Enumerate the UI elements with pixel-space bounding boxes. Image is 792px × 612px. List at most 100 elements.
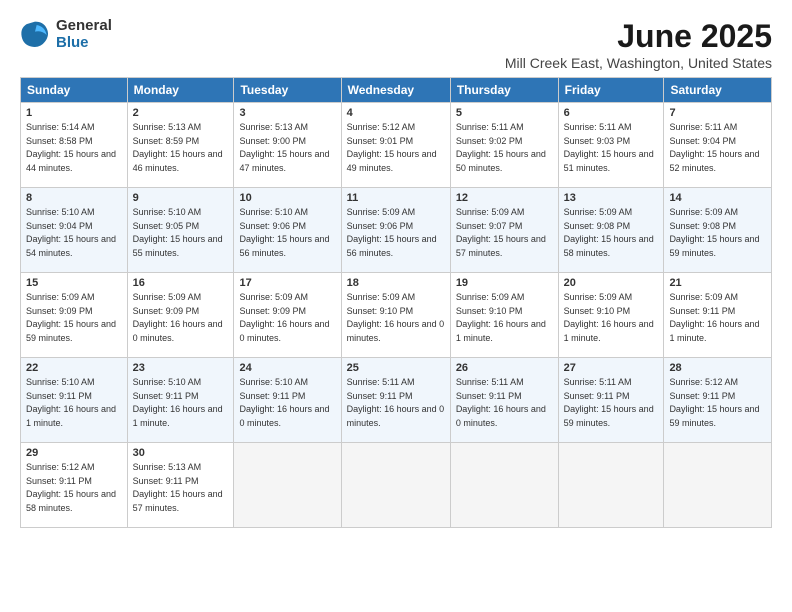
table-row: 20 Sunrise: 5:09 AMSunset: 9:10 PMDaylig… bbox=[558, 273, 664, 358]
table-row: 24 Sunrise: 5:10 AMSunset: 9:11 PMDaylig… bbox=[234, 358, 341, 443]
day-number: 25 bbox=[347, 362, 445, 374]
day-info: Sunrise: 5:11 AMSunset: 9:11 PMDaylight:… bbox=[564, 377, 654, 428]
day-number: 29 bbox=[26, 447, 122, 459]
table-row: 14 Sunrise: 5:09 AMSunset: 9:08 PMDaylig… bbox=[664, 188, 772, 273]
logo: General Blue bbox=[20, 18, 112, 51]
logo-blue-text: Blue bbox=[56, 35, 112, 52]
table-row bbox=[450, 443, 558, 528]
table-row: 18 Sunrise: 5:09 AMSunset: 9:10 PMDaylig… bbox=[341, 273, 450, 358]
table-row: 28 Sunrise: 5:12 AMSunset: 9:11 PMDaylig… bbox=[664, 358, 772, 443]
day-number: 22 bbox=[26, 362, 122, 374]
calendar-week-row: 22 Sunrise: 5:10 AMSunset: 9:11 PMDaylig… bbox=[21, 358, 772, 443]
day-number: 16 bbox=[133, 277, 229, 289]
day-info: Sunrise: 5:13 AMSunset: 9:00 PMDaylight:… bbox=[239, 122, 329, 173]
day-info: Sunrise: 5:09 AMSunset: 9:09 PMDaylight:… bbox=[239, 292, 329, 343]
table-row: 9 Sunrise: 5:10 AMSunset: 9:05 PMDayligh… bbox=[127, 188, 234, 273]
table-row: 23 Sunrise: 5:10 AMSunset: 9:11 PMDaylig… bbox=[127, 358, 234, 443]
day-info: Sunrise: 5:09 AMSunset: 9:10 PMDaylight:… bbox=[564, 292, 654, 343]
day-number: 13 bbox=[564, 192, 659, 204]
day-number: 18 bbox=[347, 277, 445, 289]
day-number: 15 bbox=[26, 277, 122, 289]
day-info: Sunrise: 5:09 AMSunset: 9:08 PMDaylight:… bbox=[564, 207, 654, 258]
table-row: 22 Sunrise: 5:10 AMSunset: 9:11 PMDaylig… bbox=[21, 358, 128, 443]
day-number: 28 bbox=[669, 362, 766, 374]
day-number: 17 bbox=[239, 277, 335, 289]
table-row: 11 Sunrise: 5:09 AMSunset: 9:06 PMDaylig… bbox=[341, 188, 450, 273]
col-monday: Monday bbox=[127, 78, 234, 103]
day-number: 14 bbox=[669, 192, 766, 204]
table-row: 16 Sunrise: 5:09 AMSunset: 9:09 PMDaylig… bbox=[127, 273, 234, 358]
table-row bbox=[664, 443, 772, 528]
table-row: 25 Sunrise: 5:11 AMSunset: 9:11 PMDaylig… bbox=[341, 358, 450, 443]
day-number: 20 bbox=[564, 277, 659, 289]
col-wednesday: Wednesday bbox=[341, 78, 450, 103]
day-info: Sunrise: 5:11 AMSunset: 9:11 PMDaylight:… bbox=[456, 377, 546, 428]
calendar-table: Sunday Monday Tuesday Wednesday Thursday… bbox=[20, 77, 772, 528]
table-row: 5 Sunrise: 5:11 AMSunset: 9:02 PMDayligh… bbox=[450, 103, 558, 188]
table-row: 4 Sunrise: 5:12 AMSunset: 9:01 PMDayligh… bbox=[341, 103, 450, 188]
day-number: 3 bbox=[239, 107, 335, 119]
day-info: Sunrise: 5:09 AMSunset: 9:07 PMDaylight:… bbox=[456, 207, 546, 258]
table-row: 19 Sunrise: 5:09 AMSunset: 9:10 PMDaylig… bbox=[450, 273, 558, 358]
day-info: Sunrise: 5:10 AMSunset: 9:05 PMDaylight:… bbox=[133, 207, 223, 258]
calendar-week-row: 1 Sunrise: 5:14 AMSunset: 8:58 PMDayligh… bbox=[21, 103, 772, 188]
main-title: June 2025 bbox=[505, 18, 772, 55]
day-number: 19 bbox=[456, 277, 553, 289]
logo-general-text: General bbox=[56, 18, 112, 35]
day-info: Sunrise: 5:11 AMSunset: 9:02 PMDaylight:… bbox=[456, 122, 546, 173]
table-row: 2 Sunrise: 5:13 AMSunset: 8:59 PMDayligh… bbox=[127, 103, 234, 188]
day-number: 21 bbox=[669, 277, 766, 289]
day-info: Sunrise: 5:12 AMSunset: 9:11 PMDaylight:… bbox=[26, 462, 116, 513]
page: General Blue June 2025 Mill Creek East, … bbox=[0, 0, 792, 612]
day-number: 6 bbox=[564, 107, 659, 119]
day-number: 12 bbox=[456, 192, 553, 204]
calendar-week-row: 29 Sunrise: 5:12 AMSunset: 9:11 PMDaylig… bbox=[21, 443, 772, 528]
table-row: 26 Sunrise: 5:11 AMSunset: 9:11 PMDaylig… bbox=[450, 358, 558, 443]
day-number: 30 bbox=[133, 447, 229, 459]
day-info: Sunrise: 5:09 AMSunset: 9:10 PMDaylight:… bbox=[456, 292, 546, 343]
table-row: 27 Sunrise: 5:11 AMSunset: 9:11 PMDaylig… bbox=[558, 358, 664, 443]
day-info: Sunrise: 5:10 AMSunset: 9:11 PMDaylight:… bbox=[239, 377, 329, 428]
day-info: Sunrise: 5:12 AMSunset: 9:01 PMDaylight:… bbox=[347, 122, 437, 173]
day-info: Sunrise: 5:11 AMSunset: 9:03 PMDaylight:… bbox=[564, 122, 654, 173]
col-thursday: Thursday bbox=[450, 78, 558, 103]
day-info: Sunrise: 5:09 AMSunset: 9:09 PMDaylight:… bbox=[133, 292, 223, 343]
day-info: Sunrise: 5:09 AMSunset: 9:06 PMDaylight:… bbox=[347, 207, 437, 258]
day-info: Sunrise: 5:09 AMSunset: 9:11 PMDaylight:… bbox=[669, 292, 759, 343]
subtitle: Mill Creek East, Washington, United Stat… bbox=[505, 55, 772, 71]
table-row: 1 Sunrise: 5:14 AMSunset: 8:58 PMDayligh… bbox=[21, 103, 128, 188]
day-number: 26 bbox=[456, 362, 553, 374]
day-info: Sunrise: 5:14 AMSunset: 8:58 PMDaylight:… bbox=[26, 122, 116, 173]
day-info: Sunrise: 5:12 AMSunset: 9:11 PMDaylight:… bbox=[669, 377, 759, 428]
logo-text: General Blue bbox=[56, 18, 112, 51]
day-info: Sunrise: 5:10 AMSunset: 9:04 PMDaylight:… bbox=[26, 207, 116, 258]
table-row: 6 Sunrise: 5:11 AMSunset: 9:03 PMDayligh… bbox=[558, 103, 664, 188]
table-row: 17 Sunrise: 5:09 AMSunset: 9:09 PMDaylig… bbox=[234, 273, 341, 358]
table-row bbox=[234, 443, 341, 528]
logo-icon bbox=[20, 20, 50, 50]
day-number: 8 bbox=[26, 192, 122, 204]
table-row: 21 Sunrise: 5:09 AMSunset: 9:11 PMDaylig… bbox=[664, 273, 772, 358]
day-number: 9 bbox=[133, 192, 229, 204]
day-info: Sunrise: 5:13 AMSunset: 9:11 PMDaylight:… bbox=[133, 462, 223, 513]
table-row bbox=[341, 443, 450, 528]
day-info: Sunrise: 5:10 AMSunset: 9:11 PMDaylight:… bbox=[133, 377, 223, 428]
day-number: 10 bbox=[239, 192, 335, 204]
table-row: 15 Sunrise: 5:09 AMSunset: 9:09 PMDaylig… bbox=[21, 273, 128, 358]
header: General Blue June 2025 Mill Creek East, … bbox=[20, 18, 772, 71]
calendar-week-row: 15 Sunrise: 5:09 AMSunset: 9:09 PMDaylig… bbox=[21, 273, 772, 358]
table-row bbox=[558, 443, 664, 528]
day-info: Sunrise: 5:09 AMSunset: 9:09 PMDaylight:… bbox=[26, 292, 116, 343]
day-number: 11 bbox=[347, 192, 445, 204]
day-number: 24 bbox=[239, 362, 335, 374]
day-info: Sunrise: 5:11 AMSunset: 9:04 PMDaylight:… bbox=[669, 122, 759, 173]
calendar-week-row: 8 Sunrise: 5:10 AMSunset: 9:04 PMDayligh… bbox=[21, 188, 772, 273]
col-friday: Friday bbox=[558, 78, 664, 103]
day-number: 4 bbox=[347, 107, 445, 119]
table-row: 3 Sunrise: 5:13 AMSunset: 9:00 PMDayligh… bbox=[234, 103, 341, 188]
day-number: 27 bbox=[564, 362, 659, 374]
day-number: 1 bbox=[26, 107, 122, 119]
table-row: 8 Sunrise: 5:10 AMSunset: 9:04 PMDayligh… bbox=[21, 188, 128, 273]
calendar-header-row: Sunday Monday Tuesday Wednesday Thursday… bbox=[21, 78, 772, 103]
day-info: Sunrise: 5:10 AMSunset: 9:11 PMDaylight:… bbox=[26, 377, 116, 428]
